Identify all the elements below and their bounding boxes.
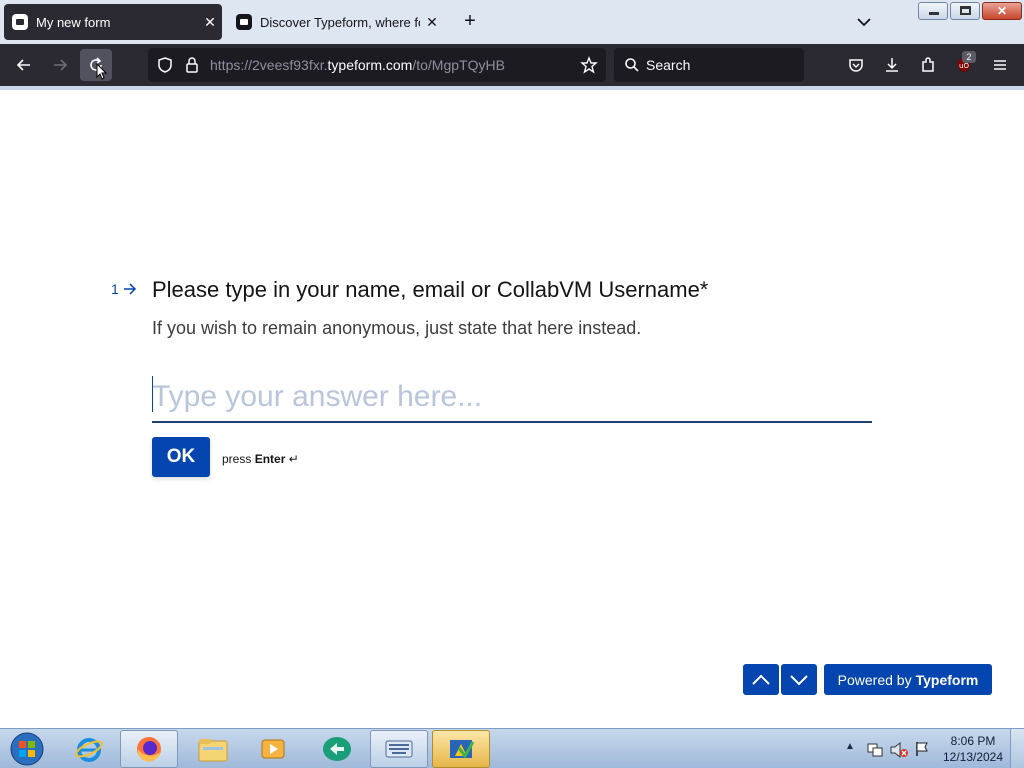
url-prefix: https://2veesf93fxr. (210, 57, 328, 73)
action-center-flag-icon (450, 740, 475, 759)
new-tab-button[interactable]: + (458, 10, 482, 34)
press-label: press (222, 452, 252, 466)
question-description: If you wish to remain anonymous, just st… (152, 318, 642, 338)
pocket-icon (849, 59, 863, 72)
arrow-right-icon (123, 283, 136, 295)
show-hidden-icons-button[interactable]: ▲ (845, 741, 855, 752)
hamburger-menu-icon (994, 60, 1006, 70)
pocket-button[interactable] (840, 49, 872, 81)
tab-title: My new form (36, 14, 111, 30)
enter-key-label: Enter (254, 452, 286, 466)
windows-start-orb-icon (10, 732, 44, 766)
question-number: 1 (111, 281, 137, 297)
shield-icon[interactable] (156, 56, 174, 74)
powered-by-typeform-link[interactable]: Powered by Typeform (824, 664, 992, 695)
tab-discover-typeform[interactable]: Discover Typeform, where forms ✕ (228, 4, 444, 40)
reload-button[interactable] (80, 49, 112, 81)
restore-button[interactable] (950, 2, 980, 20)
search-icon (625, 58, 639, 72)
chevron-down-icon (857, 18, 871, 27)
internet-explorer-icon (75, 738, 103, 762)
forward-button[interactable] (44, 49, 76, 81)
navigation-toolbar: https://2veesf93fxr.typeform.com/to/MgpT… (0, 44, 1024, 86)
typeform-brand: Typeform (915, 671, 979, 688)
minimize-button[interactable] (918, 2, 948, 20)
question-title: Please type in your name, email or Colla… (152, 277, 709, 302)
typeform-page: 1 Please type in your name, email or Col… (0, 90, 1024, 728)
typeform-favicon-icon (12, 14, 28, 30)
next-question-button[interactable] (781, 664, 817, 695)
chevron-down-icon (790, 674, 808, 685)
svg-text:uO: uO (959, 62, 969, 70)
downloads-button[interactable] (876, 49, 908, 81)
tab-title: Discover Typeform, where forms (260, 14, 420, 30)
green-app-icon (323, 737, 351, 761)
keyboard-icon (385, 740, 413, 758)
question-navigation (743, 664, 817, 695)
taskbar-media-player[interactable] (244, 730, 302, 768)
folder-icon (198, 739, 228, 762)
previous-question-button[interactable] (743, 664, 779, 695)
taskbar-firefox[interactable] (120, 730, 178, 768)
address-bar[interactable]: https://2veesf93fxr.typeform.com/to/MgpT… (148, 48, 606, 82)
close-tab-icon[interactable]: ✕ (198, 14, 222, 31)
close-window-button[interactable]: ✕ (982, 2, 1022, 20)
text-caret (152, 376, 153, 412)
download-icon (886, 58, 898, 72)
chevron-up-icon (752, 674, 770, 685)
typeform-favicon-icon (236, 14, 252, 30)
url-text[interactable]: https://2veesf93fxr.typeform.com/to/MgpT… (210, 57, 505, 73)
close-tab-icon[interactable]: ✕ (420, 14, 444, 31)
taskbar-internet-explorer[interactable] (60, 730, 118, 768)
start-button[interactable] (4, 730, 50, 768)
back-arrow-icon (16, 59, 30, 71)
network-icon[interactable] (866, 741, 884, 759)
action-center-tray-flag-icon[interactable] (914, 740, 930, 758)
volume-muted-icon[interactable] (889, 741, 909, 759)
list-all-tabs-button[interactable] (852, 10, 876, 34)
url-domain: typeform.com (327, 57, 413, 73)
taskbar-app-green[interactable] (308, 730, 366, 768)
taskbar-file-explorer[interactable] (184, 730, 242, 768)
tab-strip: My new form ✕ Discover Typeform, where f… (0, 0, 1024, 44)
forward-arrow-icon (54, 59, 68, 71)
system-clock[interactable]: 8:06 PM 12/13/2024 (940, 733, 1006, 765)
window-controls: ✕ (918, 2, 1022, 20)
show-desktop-button[interactable] (1010, 729, 1024, 768)
search-placeholder: Search (646, 57, 691, 73)
taskbar-on-screen-keyboard[interactable] (370, 730, 428, 768)
extensions-button[interactable] (912, 49, 944, 81)
tab-my-new-form[interactable]: My new form ✕ (4, 4, 222, 40)
firefox-icon (137, 737, 161, 762)
back-button[interactable] (8, 49, 40, 81)
answer-input[interactable] (152, 372, 872, 423)
windows-taskbar: ▲ 8:06 PM 12/13/2024 (0, 728, 1024, 768)
mouse-cursor-icon (96, 63, 108, 80)
enter-key-icon: ↵ (288, 452, 299, 466)
search-bar[interactable]: Search (614, 48, 804, 82)
media-player-icon (261, 739, 285, 759)
app-menu-button[interactable] (984, 49, 1016, 81)
lock-icon[interactable] (184, 56, 200, 74)
bookmark-star-icon[interactable] (580, 56, 598, 74)
url-path: /to/MgpTQyHB (412, 57, 505, 73)
extension-badge: 2 (962, 51, 976, 63)
press-enter-hint: press Enter ↵ (222, 452, 299, 466)
question-number-text: 1 (111, 281, 119, 297)
clock-time: 8:06 PM (950, 734, 996, 748)
ok-button[interactable]: OK (152, 437, 210, 477)
puzzle-icon (922, 57, 934, 72)
taskbar-security-center[interactable] (432, 730, 490, 768)
powered-by-label: Powered by (837, 671, 912, 688)
clock-date: 12/13/2024 (942, 750, 1004, 764)
